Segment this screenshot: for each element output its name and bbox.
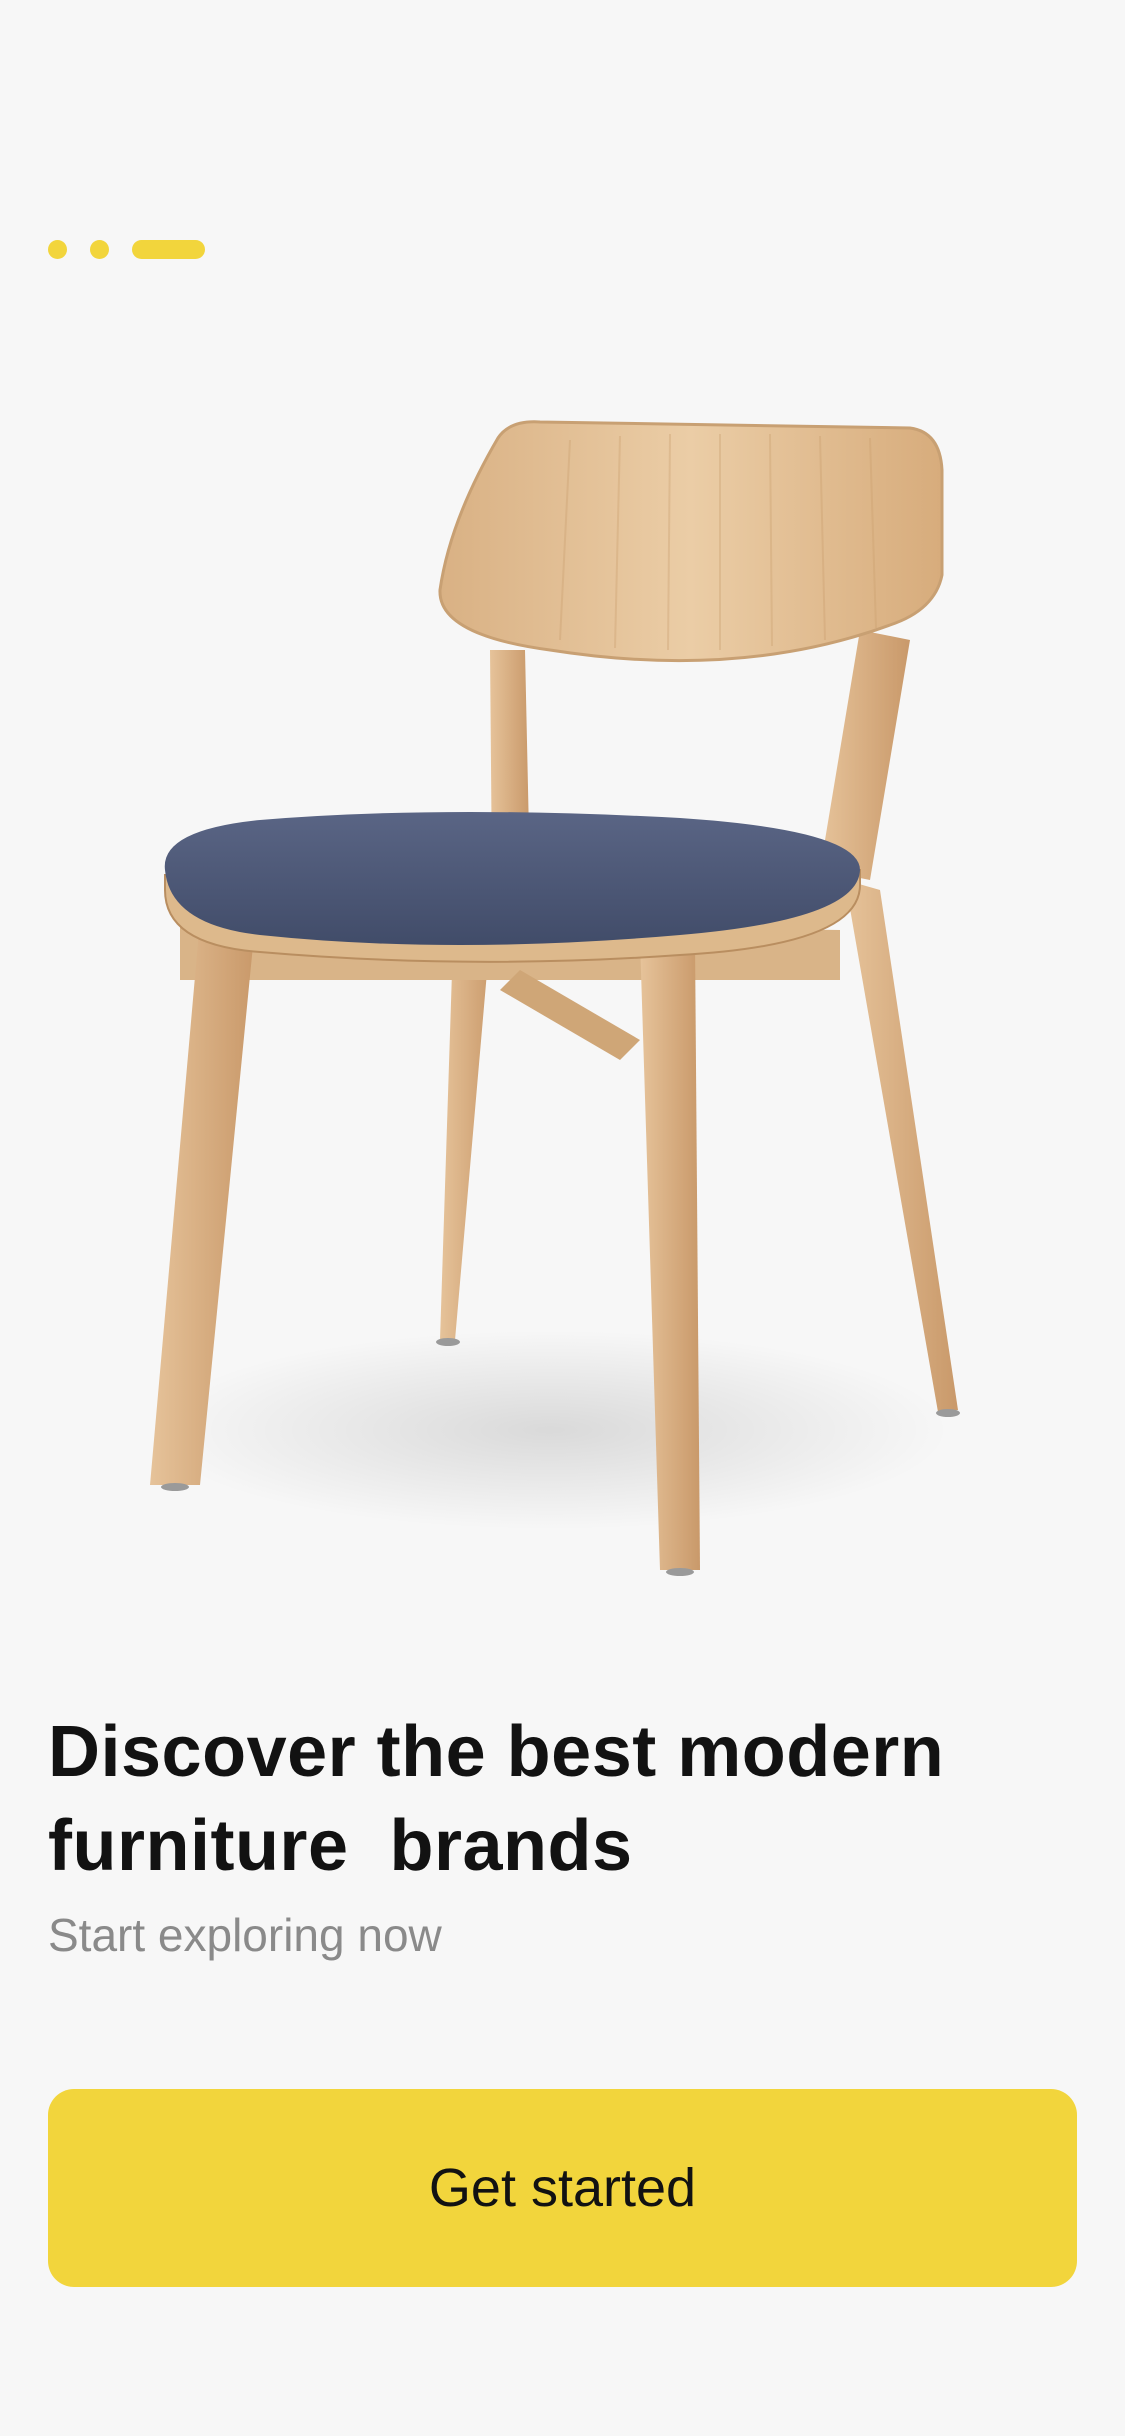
page-dot-2[interactable] xyxy=(90,239,109,259)
page-dot-1[interactable] xyxy=(48,239,67,259)
subheadline: Start exploring now xyxy=(48,1909,442,1961)
page-dot-active[interactable] xyxy=(132,239,205,259)
headline-line-2: furniture brands xyxy=(48,1806,633,1886)
headline: Discover the best modern furniture brand… xyxy=(48,1705,1078,1893)
get-started-button[interactable]: Get started xyxy=(48,2089,1077,2287)
headline-line-1: Discover the best modern xyxy=(48,1712,945,1792)
hero-chair-image xyxy=(120,400,1000,1600)
page-indicator xyxy=(48,239,205,259)
